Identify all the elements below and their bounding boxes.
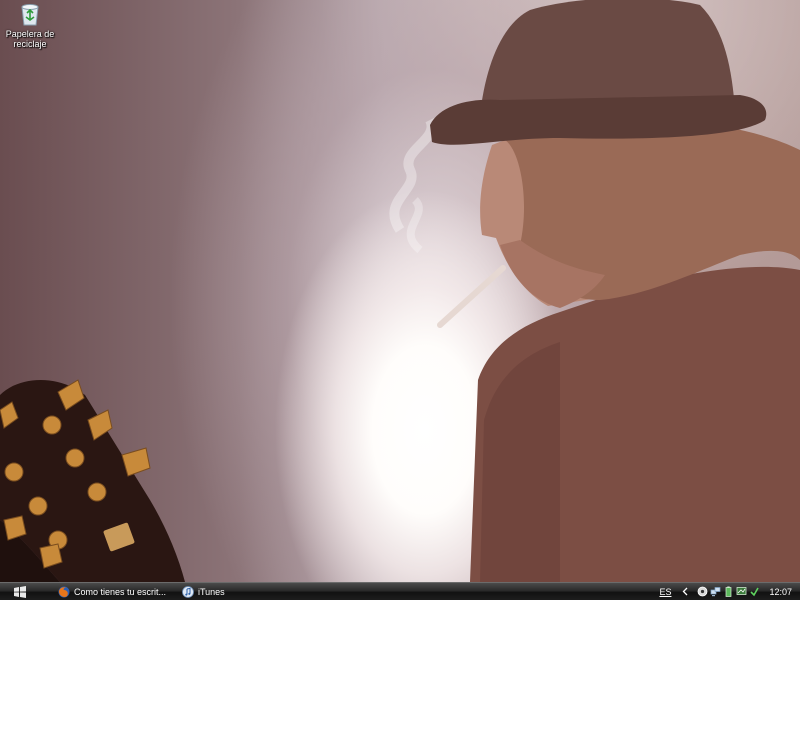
taskbar: Como tienes tu escrit... iTunes ES 12:07: [0, 582, 800, 600]
desktop-icon-recycle-bin[interactable]: Papelera de reciclaje: [4, 2, 56, 49]
system-tray: ES 12:07: [659, 583, 800, 600]
wallpaper-photo: [0, 0, 800, 582]
windows-logo-icon: [14, 585, 26, 598]
clock[interactable]: 12:07: [769, 587, 792, 597]
tuner-peg: [65, 448, 85, 468]
smoke-wisp: [406, 197, 423, 254]
tuner-peg: [87, 482, 107, 502]
display-icon[interactable]: [736, 586, 747, 597]
smoke-wisp: [389, 117, 437, 233]
tuner-peg: [4, 462, 24, 482]
recycle-bin-icon: [21, 4, 39, 26]
safely-remove-icon[interactable]: [749, 586, 760, 597]
taskbar-button-firefox[interactable]: Como tienes tu escrit...: [56, 584, 168, 599]
network-icon[interactable]: [710, 586, 721, 597]
taskbar-button-itunes[interactable]: iTunes: [180, 584, 252, 599]
start-button[interactable]: [4, 584, 36, 599]
taskbar-button-label: Como tienes tu escrit...: [74, 586, 167, 597]
desktop[interactable]: Papelera de reciclaje: [0, 0, 800, 582]
taskbar-button-label: iTunes: [198, 586, 225, 597]
chevron-left-icon[interactable]: [680, 586, 691, 597]
tuner-peg: [28, 496, 48, 516]
firefox-icon: [58, 586, 70, 597]
cigarette: [437, 265, 506, 328]
desktop-icon-label: Papelera de reciclaje: [5, 29, 55, 49]
battery-icon[interactable]: [723, 586, 734, 597]
media-icon[interactable]: [697, 586, 708, 597]
language-indicator[interactable]: ES: [659, 587, 671, 597]
tuner-peg: [42, 415, 62, 435]
itunes-icon: [182, 585, 194, 598]
